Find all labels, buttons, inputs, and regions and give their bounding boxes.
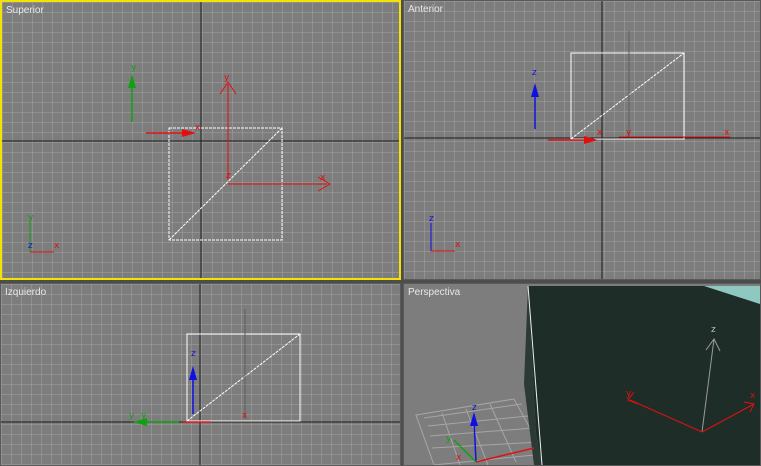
transform-gizmo[interactable]: x y [619, 31, 730, 138]
viewport-label-perspective[interactable]: Perspectiva [408, 287, 460, 298]
view-axis-tripod: y z x [28, 213, 60, 253]
viewport-label-front[interactable]: Anterior [408, 4, 443, 15]
svg-text:y: y [28, 213, 34, 223]
svg-text:y: y [141, 411, 147, 421]
gizmo-y-label: y [224, 73, 230, 83]
svg-text:z: z [191, 349, 196, 359]
svg-text:y: y [129, 411, 135, 421]
front-viewport-canvas: x y z x z x [404, 1, 760, 279]
viewport-top[interactable]: y x z y x y z x Superior [0, 0, 401, 280]
svg-text:z: z [711, 325, 716, 335]
gizmo-x-label: x [320, 173, 326, 183]
viewport-left[interactable]: x z y y Izquierdo [0, 283, 401, 466]
left-viewport-canvas: x z y y [1, 284, 400, 465]
svg-text:x: x [597, 128, 603, 138]
svg-text:y: y [626, 389, 632, 399]
svg-text:z: z [429, 214, 434, 224]
top-viewport-canvas: y x z y x y z x [2, 2, 399, 278]
svg-text:z: z [532, 68, 537, 78]
gizmo-z-label: z [226, 171, 231, 181]
viewport-perspective[interactable]: z y x z y x Perspectiva [403, 283, 761, 466]
world-axes: y x [128, 63, 201, 137]
perspective-viewport-canvas: z y x z y x [415, 285, 760, 465]
svg-text:x: x [456, 453, 462, 463]
svg-text:x: x [455, 240, 461, 250]
perspective-grid [415, 398, 545, 465]
viewport-label-left[interactable]: Izquierdo [5, 287, 46, 298]
plane-object[interactable] [186, 333, 301, 422]
svg-text:y: y [446, 434, 452, 444]
view-axis-tripod: z x [429, 214, 461, 252]
svg-text:z: z [28, 241, 33, 251]
svg-text:x: x [195, 123, 201, 133]
viewport-label-top[interactable]: Superior [6, 5, 44, 16]
plane-object[interactable] [570, 52, 685, 140]
svg-text:x: x [750, 391, 756, 401]
viewport-front[interactable]: x y z x z x Anterior [403, 0, 761, 280]
box-object[interactable] [528, 286, 760, 465]
svg-text:x: x [724, 128, 730, 138]
transform-gizmo[interactable]: x [242, 309, 248, 421]
world-axes: z x [531, 68, 603, 144]
svg-text:x: x [54, 241, 60, 251]
svg-text:z: z [472, 403, 477, 413]
svg-text:y: y [131, 63, 137, 73]
world-axes: z y y [129, 349, 211, 426]
svg-text:y: y [626, 128, 632, 138]
svg-text:x: x [242, 411, 248, 421]
